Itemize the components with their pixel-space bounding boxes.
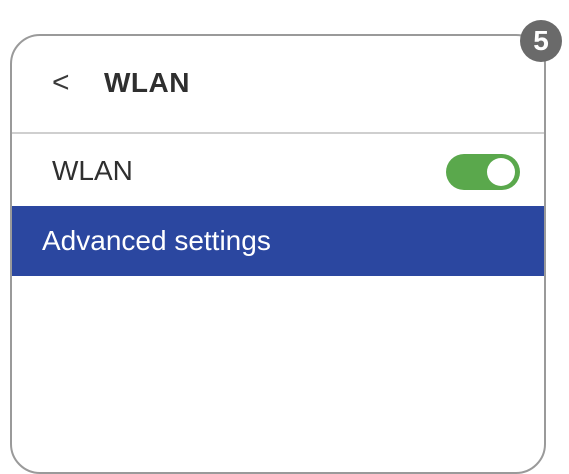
- wlan-setting-label: WLAN: [52, 155, 133, 186]
- advanced-settings-label: Advanced settings: [42, 225, 271, 256]
- step-number-badge: 5: [520, 20, 562, 62]
- back-arrow-icon[interactable]: <: [52, 68, 70, 98]
- page-title: WLAN: [104, 67, 190, 98]
- advanced-settings-row[interactable]: Advanced settings: [12, 206, 544, 276]
- wlan-toggle[interactable]: [446, 154, 520, 190]
- wlan-setting-row[interactable]: WLAN: [12, 134, 544, 206]
- app-header: < WLAN: [12, 36, 544, 134]
- phone-screen-frame: < WLAN WLAN Advanced settings: [10, 34, 546, 474]
- toggle-knob: [487, 158, 515, 186]
